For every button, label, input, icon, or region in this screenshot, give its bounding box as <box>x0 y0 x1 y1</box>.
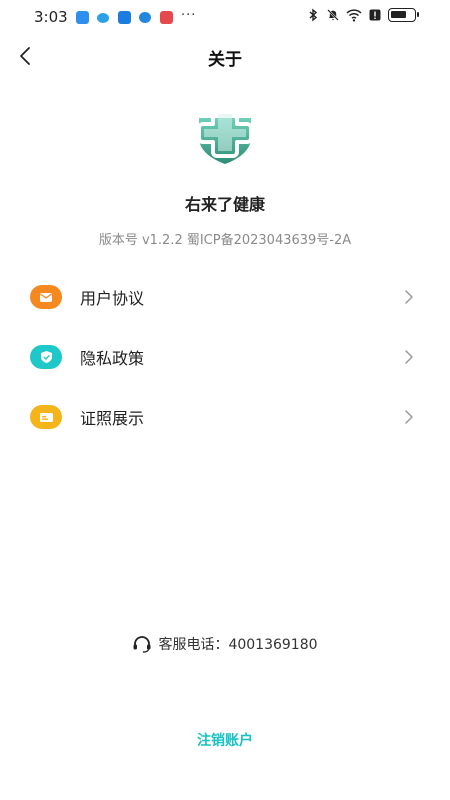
status-time: 3:03 <box>34 8 68 26</box>
menu-item-license-display[interactable]: 证照展示 <box>0 387 450 447</box>
battery-level <box>391 11 406 18</box>
chevron-right-icon <box>405 410 413 424</box>
chevron-right-icon <box>405 350 413 364</box>
notification-cloud-icon <box>97 13 109 23</box>
menu-item-label: 用户协议 <box>80 289 145 308</box>
status-bar: 3:03 ··· <box>0 0 450 34</box>
nav-bar: 关于 <box>0 34 450 78</box>
notification-chat-icon <box>118 11 131 24</box>
id-card-icon <box>30 405 62 429</box>
customer-service-phone[interactable]: 客服电话：4001369180 <box>0 634 450 654</box>
page-title: 关于 <box>208 50 242 70</box>
app-name: 右来了健康 <box>184 195 265 214</box>
notification-browser-icon <box>139 12 151 23</box>
notification-red-app-icon <box>160 11 173 24</box>
envelope-icon <box>30 285 62 309</box>
bluetooth-icon <box>309 8 318 22</box>
customer-service-label: 客服电话：4001369180 <box>158 637 318 653</box>
version-info: 版本号 v1.2.2 蜀ICP备2023043639号-2A <box>98 233 352 248</box>
menu-item-privacy-policy[interactable]: 隐私政策 <box>0 327 450 387</box>
notification-app-icon <box>76 11 89 24</box>
shield-check-icon <box>30 345 62 369</box>
wifi-icon <box>346 9 362 22</box>
medical-cross-shield-icon <box>197 108 253 164</box>
menu-item-label: 隐私政策 <box>80 349 145 368</box>
battery-icon <box>388 8 419 22</box>
alert-icon <box>369 9 381 21</box>
menu-item-user-agreement[interactable]: 用户协议 <box>0 267 450 327</box>
cancel-account-button[interactable]: 注销账户 <box>175 727 275 753</box>
headset-icon <box>133 636 151 653</box>
settings-menu: 用户协议 隐私政策 证照展示 <box>0 267 450 447</box>
mute-bell-icon <box>327 9 339 21</box>
notification-more: ··· <box>181 8 197 23</box>
chevron-right-icon <box>405 290 413 304</box>
system-icons <box>306 8 419 22</box>
menu-item-label: 证照展示 <box>80 409 145 428</box>
